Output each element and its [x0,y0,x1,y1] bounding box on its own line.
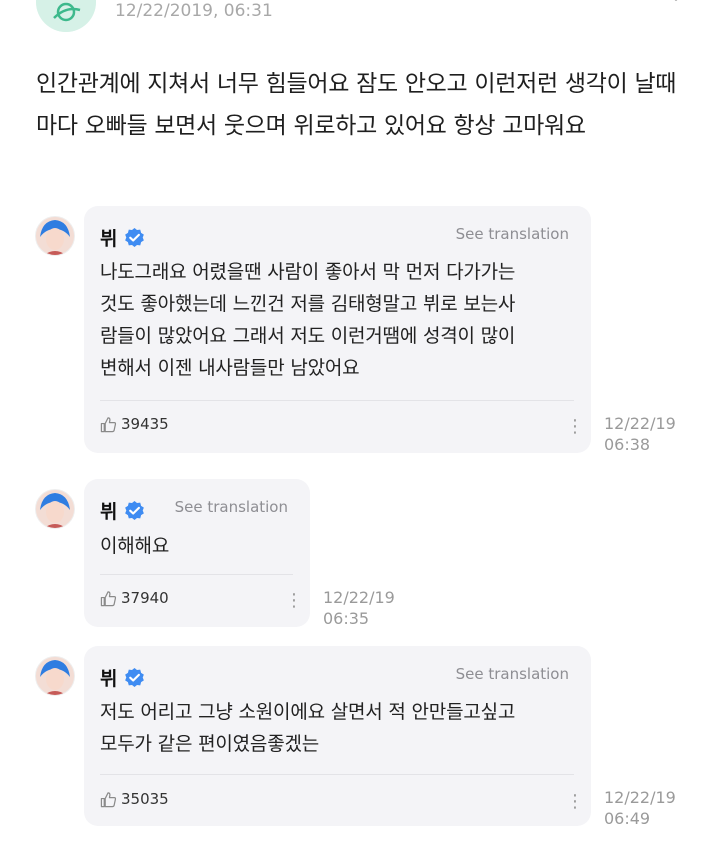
portrait-avatar-icon [36,217,74,255]
reply-text: 이해해요 [100,535,170,557]
reply-divider [100,400,574,401]
reply-author-avatar[interactable] [35,489,75,529]
thumbs-up-icon [100,416,117,432]
reply-bubble: 뷔 See translation 이해해요 37940 ⋮ [84,479,310,627]
post-body-text: 인간관계에 지쳐서 너무 힘들어요 잠도 안오고 이런저런 생각이 날때마다 오… [36,71,677,139]
see-translation-link[interactable]: See translation [456,224,569,244]
translate-corner-icon[interactable] [666,0,686,8]
like-count: 35035 [121,790,169,808]
like-count: 39435 [121,415,169,433]
reply-author-name[interactable]: 뷔 [100,497,117,524]
reply-author-avatar[interactable] [35,216,75,256]
more-vertical-icon[interactable]: ⋮ [566,793,584,811]
see-translation-link[interactable]: See translation [456,664,569,684]
like-count: 37940 [121,589,169,607]
portrait-avatar-icon [36,657,74,695]
portrait-avatar-icon [36,490,74,528]
planet-avatar-icon [36,0,96,32]
reply-text: 나도그래요 어렸을땐 사람이 좋아서 막 먼저 다가가는 것도 좋아했는데 느낀… [100,261,516,379]
post-timestamp: 12/22/2019, 06:31 [115,1,273,21]
verified-badge-icon [125,500,145,521]
thumbs-up-icon [100,590,117,606]
reply-author-name[interactable]: 뷔 [100,224,117,251]
more-vertical-icon[interactable]: ⋮ [285,592,303,610]
reply-divider [100,774,574,775]
reply-timestamp: 12/22/19 06:38 [604,414,676,454]
verified-badge-icon [125,667,145,688]
reply-text: 저도 어리고 그냥 소원이에요 살면서 적 안만들고싶고 모두가 같은 편이였음… [100,701,516,755]
see-translation-link[interactable]: See translation [175,497,288,517]
like-button[interactable]: 37940 [100,589,169,607]
more-vertical-icon[interactable]: ⋮ [566,418,584,436]
post-author-avatar[interactable] [36,0,96,32]
thumbs-up-icon [100,791,117,807]
reply-timestamp: 12/22/19 06:49 [604,788,676,828]
reply-bubble: 뷔 See translation 저도 어리고 그냥 소원이에요 살면서 적 … [84,646,591,826]
like-button[interactable]: 35035 [100,790,169,808]
reply-divider [100,574,293,575]
reply-author-avatar[interactable] [35,656,75,696]
reply-timestamp: 12/22/19 06:35 [323,588,395,628]
verified-badge-icon [125,227,145,248]
reply-author-name[interactable]: 뷔 [100,664,117,691]
reply-bubble: 뷔 See translation 나도그래요 어렸을땐 사람이 좋아서 막 먼… [84,206,591,453]
like-button[interactable]: 39435 [100,415,169,433]
